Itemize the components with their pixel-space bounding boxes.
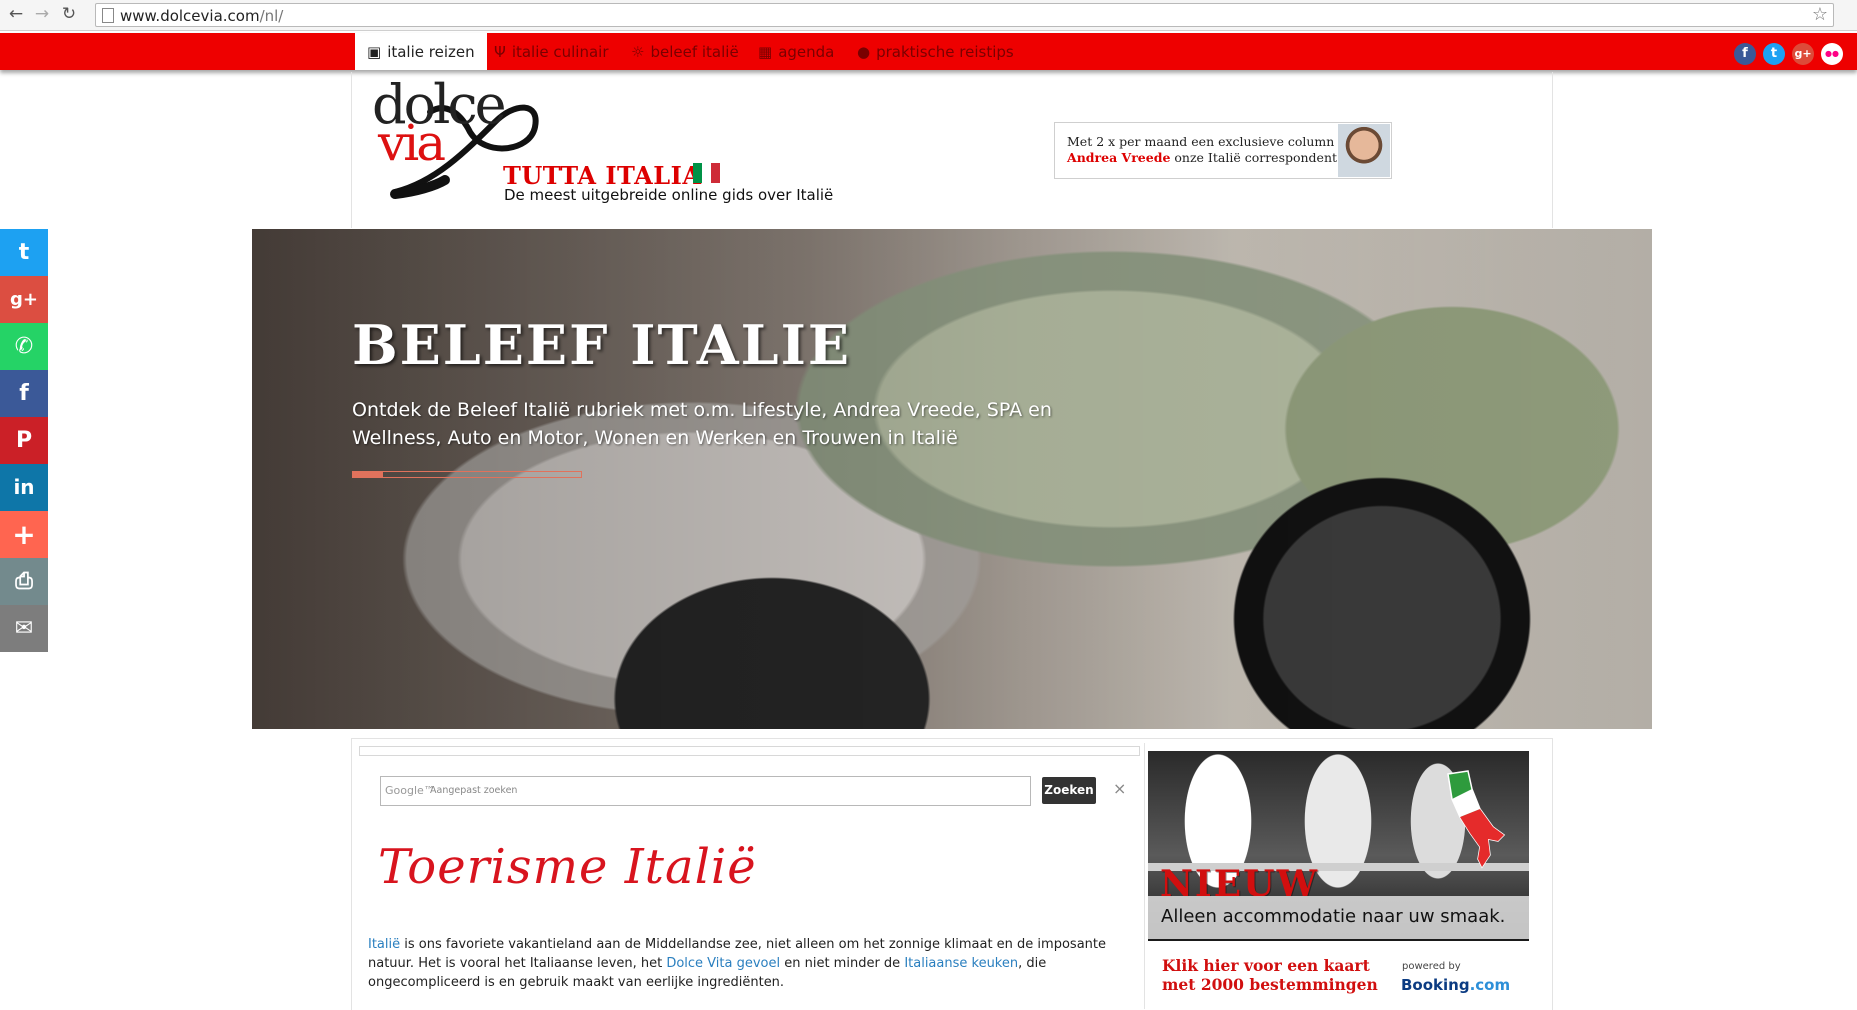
search-placeholder: Aangepast zoeken [430, 785, 518, 796]
column-banner-line2: Andrea Vreede onze Italië correspondent [1067, 150, 1338, 165]
calendar-icon: ▦ [758, 43, 773, 61]
map-link[interactable]: Klik hier voor een kaart met 2000 bestem… [1162, 956, 1378, 994]
share-print-icon[interactable]: ⎙ [0, 558, 48, 605]
share-whatsapp-icon[interactable]: ✆ [0, 323, 48, 370]
hero-slider[interactable]: BELEEF ITALIE Ontdek de Beleef Italië ru… [252, 229, 1652, 729]
link-dolce-vita-gevoel[interactable]: Dolce Vita gevoel [666, 956, 780, 971]
hero-title: BELEEF ITALIE [352, 313, 852, 377]
search-button[interactable]: Zoeken [1042, 777, 1096, 804]
column-banner-line1: Met 2 x per maand een exclusieve column … [1067, 134, 1361, 149]
browser-toolbar: ← → ↻ www.dolcevia.com/nl/ ☆ [0, 0, 1857, 31]
booking-logo[interactable]: Booking.com [1401, 976, 1510, 994]
booking-ad-banner[interactable]: NIEUW Alleen accommodatie naar uw smaak. [1148, 751, 1529, 941]
ad-band-text: Alleen accommodatie naar uw smaak. [1161, 906, 1506, 927]
share-facebook-icon[interactable]: f [0, 370, 48, 417]
bookmark-star-icon[interactable]: ☆ [1812, 4, 1828, 25]
hero-shade [252, 229, 1652, 729]
info-icon: ● [857, 43, 871, 61]
link-italie[interactable]: Italië [368, 937, 400, 952]
column-banner[interactable]: Met 2 x per maand een exclusieve column … [1054, 122, 1392, 179]
section-title: Toerisme Italië [378, 839, 757, 895]
content-top-bar [359, 746, 1140, 756]
google-plus-icon[interactable]: g+ [1792, 43, 1814, 65]
tab-italie-reizen[interactable]: ▣ italie reizen [355, 33, 487, 70]
share-linkedin-icon[interactable]: in [0, 464, 48, 511]
url-text: www.dolcevia.com/nl/ [120, 7, 284, 25]
italy-map-icon [1447, 770, 1506, 869]
forward-icon[interactable]: → [33, 5, 51, 23]
share-email-icon[interactable]: ✉ [0, 605, 48, 652]
logo-via-text: via [378, 114, 446, 172]
google-logo: Google™ [385, 784, 435, 797]
main-navigation: ▣ italie reizen Ψitalie culinair ☼ beleef … [0, 33, 1857, 70]
search-input[interactable]: Google™ Aangepast zoeken [380, 776, 1031, 806]
slider-progress [352, 471, 582, 478]
powered-by-label: powered by [1402, 961, 1461, 972]
clear-search-icon[interactable]: × [1113, 779, 1126, 798]
italian-flag-icon [693, 163, 720, 183]
intro-paragraph: Italië is ons favoriete vakantieland aan… [368, 937, 1106, 990]
hero-text: Ontdek de Beleef Italië rubriek met o.m.… [352, 399, 1052, 449]
address-bar[interactable]: www.dolcevia.com/nl/ ☆ [95, 3, 1834, 27]
link-italiaanse-keuken[interactable]: Italiaanse keuken [904, 956, 1018, 971]
tab-beleef-italie[interactable]: ☼ beleef italië [631, 33, 739, 70]
reload-icon[interactable]: ↻ [60, 5, 78, 23]
share-google-plus-icon[interactable]: g+ [0, 276, 48, 323]
share-more-icon[interactable]: + [0, 511, 48, 558]
share-pinterest-icon[interactable]: P [0, 417, 48, 464]
facebook-icon[interactable]: f [1734, 43, 1756, 65]
tab-agenda[interactable]: ▦ agenda [758, 33, 834, 70]
twitter-icon[interactable]: t [1763, 43, 1785, 65]
cutlery-icon: Ψ [494, 43, 506, 61]
page-icon [102, 8, 114, 23]
back-icon[interactable]: ← [7, 5, 25, 23]
lightbulb-icon: ☼ [631, 43, 645, 61]
slider-progress-fill [353, 472, 383, 477]
suitcase-icon: ▣ [367, 43, 382, 61]
tab-italie-culinair[interactable]: Ψitalie culinair [494, 33, 609, 70]
tagline: De meest uitgebreide online gids over It… [504, 186, 834, 204]
flickr-icon[interactable]: ●● [1821, 43, 1843, 65]
author-avatar [1338, 124, 1390, 177]
share-twitter-icon[interactable]: t [0, 229, 48, 276]
tab-praktische-reistips[interactable]: ● praktische reistips [857, 33, 1014, 70]
